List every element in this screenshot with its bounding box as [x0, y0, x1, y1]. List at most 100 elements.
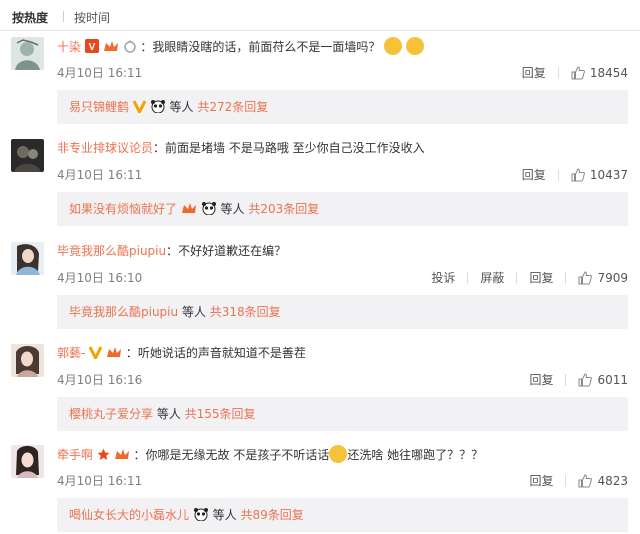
vip-crown-icon	[114, 447, 130, 466]
reply-mid-text: 等人	[169, 100, 198, 114]
reply-summary[interactable]: 毕竟我那么酷piupiu 等人 共318条回复	[57, 295, 628, 329]
reply-mid-text: 等人	[212, 508, 241, 522]
comment-actions: 回复 6011	[505, 371, 628, 388]
comment-text: ：听她说话的声音就知道不是善茬	[125, 346, 306, 360]
like-button[interactable]: 4823	[578, 474, 628, 488]
comment-actions: 投诉 屏蔽 回复 7909	[407, 269, 628, 286]
emoji-icon	[384, 37, 403, 55]
reply-count-link[interactable]: 共203条回复	[248, 202, 319, 216]
avatar[interactable]	[11, 242, 44, 275]
panda-icon	[150, 92, 166, 126]
reply-button[interactable]: 回复	[522, 64, 546, 81]
comment-actions: 回复 10437	[498, 166, 628, 183]
thumbs-up-icon	[571, 65, 585, 79]
panda-icon	[193, 500, 209, 534]
report-button[interactable]: 投诉	[431, 269, 455, 286]
star-badge-icon	[97, 448, 110, 466]
reply-summary[interactable]: 易只锦鲤鹤 等人 共272条回复	[57, 90, 628, 124]
reply-summary[interactable]: 喝仙女长大的小磊水儿 等人 共89条回复	[57, 498, 628, 532]
vip-crown-icon	[106, 345, 122, 364]
username-link[interactable]: 非专业排球议论员	[57, 141, 153, 155]
reply-mid-text: 等人	[220, 202, 249, 216]
comment-line: 非专业排球议论员：前面是堵墙 不是马路哦 至少你自己没工作没收入	[57, 139, 425, 157]
reply-count-link[interactable]: 共89条回复	[241, 508, 304, 522]
like-button[interactable]: 10437	[571, 168, 628, 182]
sort-tabs: 按热度 按时间	[0, 0, 640, 31]
like-button[interactable]: 18454	[571, 66, 628, 80]
tab-time[interactable]: 按时间	[74, 9, 110, 26]
tab-hot[interactable]: 按热度	[12, 9, 48, 26]
avatar[interactable]	[11, 344, 44, 377]
username-link[interactable]: 十染	[57, 40, 81, 54]
username-link[interactable]: 毕竟我那么酷piupiu	[57, 244, 166, 258]
reply-mid-text: 等人	[153, 407, 185, 421]
ring-badge-icon	[123, 39, 137, 58]
verified-v-icon	[132, 92, 147, 126]
comment-time: 4月10日 16:11	[57, 168, 143, 182]
action-divider	[565, 271, 567, 284]
comment-time: 4月10日 16:16	[57, 373, 143, 387]
comment-line: 郭藝- ：听她说话的声音就知道不是善茬	[57, 344, 306, 364]
like-count: 10437	[589, 167, 628, 182]
reply-summary[interactable]: 樱桃丸子爱分享 等人 共155条回复	[57, 397, 628, 431]
reply-button[interactable]: 回复	[522, 166, 546, 183]
comment-text: ：不好好道歉还在编？	[166, 244, 287, 258]
like-count: 6011	[597, 372, 628, 387]
action-divider	[565, 474, 567, 487]
reply-button[interactable]: 回复	[529, 472, 553, 489]
tab-divider	[63, 11, 64, 22]
comment-line: 牵手啊 ：你哪是无缘无故 不是孩子不听话话 还洗啥 她往哪跑了？？？	[57, 445, 483, 466]
comment-actions: 回复 4823	[505, 472, 628, 489]
reply-user-link[interactable]: 如果没有烦恼就好了	[69, 202, 177, 216]
svg-text:V: V	[89, 42, 96, 53]
vip-crown-icon	[103, 39, 119, 58]
emoji-icon	[329, 445, 348, 463]
like-button[interactable]: 7909	[578, 271, 628, 285]
reply-mid-text: 等人	[178, 305, 210, 319]
like-button[interactable]: 6011	[578, 373, 628, 387]
block-button[interactable]: 屏蔽	[480, 269, 504, 286]
like-count: 4823	[597, 473, 628, 488]
avatar[interactable]	[11, 445, 44, 478]
action-divider	[557, 66, 559, 79]
reply-button[interactable]: 回复	[529, 371, 553, 388]
comment-text: ：你哪是无缘无故 不是孩子不听话话	[133, 448, 330, 462]
vip-crown-icon	[181, 194, 197, 228]
verified-v-icon	[88, 346, 103, 364]
comment-text: ：我眼睛没瞎的话，前面苻么不是一面墙吗？	[140, 40, 381, 54]
reply-button[interactable]: 回复	[529, 269, 553, 286]
comment-time: 4月10日 16:11	[57, 474, 143, 488]
reply-user-link[interactable]: 易只锦鲤鹤	[69, 100, 129, 114]
like-count: 7909	[597, 270, 628, 285]
comment-time: 4月10日 16:11	[57, 66, 143, 80]
action-divider	[467, 271, 469, 284]
reply-count-link[interactable]: 共155条回复	[185, 407, 256, 421]
thumbs-up-icon	[578, 372, 593, 386]
like-count: 18454	[589, 65, 628, 80]
comment-time: 4月10日 16:10	[57, 271, 143, 285]
action-divider	[516, 271, 518, 284]
reply-user-link[interactable]: 喝仙女长大的小磊水儿	[69, 508, 189, 522]
comment-line: 十染 V ：我眼睛没瞎的话，前面苻么不是一面墙吗？	[57, 37, 424, 58]
reply-count-link[interactable]: 共318条回复	[210, 305, 281, 319]
reply-user-link[interactable]: 毕竟我那么酷piupiu	[69, 305, 178, 319]
comment-text: ：前面是堵墙 不是马路哦 至少你自己没工作没收入	[153, 141, 425, 155]
thumbs-up-icon	[571, 167, 585, 181]
comment-line: 毕竟我那么酷piupiu：不好好道歉还在编？	[57, 242, 286, 260]
thumbs-up-icon	[578, 473, 593, 487]
avatar[interactable]	[11, 139, 44, 172]
action-divider	[557, 168, 559, 181]
avatar[interactable]	[11, 37, 44, 70]
comment-actions: 回复 18454	[498, 64, 628, 81]
action-divider	[565, 373, 567, 386]
reply-user-link[interactable]: 樱桃丸子爱分享	[69, 407, 153, 421]
verified-v-icon: V	[84, 39, 99, 58]
thumbs-up-icon	[578, 270, 593, 284]
emoji-icon	[406, 37, 424, 55]
reply-summary[interactable]: 如果没有烦恼就好了 等人 共203条回复	[57, 192, 628, 226]
comment-text-continued: 还洗啥 她往哪跑了？？？	[347, 448, 484, 462]
username-link[interactable]: 郭藝-	[57, 346, 85, 360]
panda-icon	[201, 194, 217, 228]
reply-count-link[interactable]: 共272条回复	[197, 100, 268, 114]
username-link[interactable]: 牵手啊	[57, 448, 93, 462]
